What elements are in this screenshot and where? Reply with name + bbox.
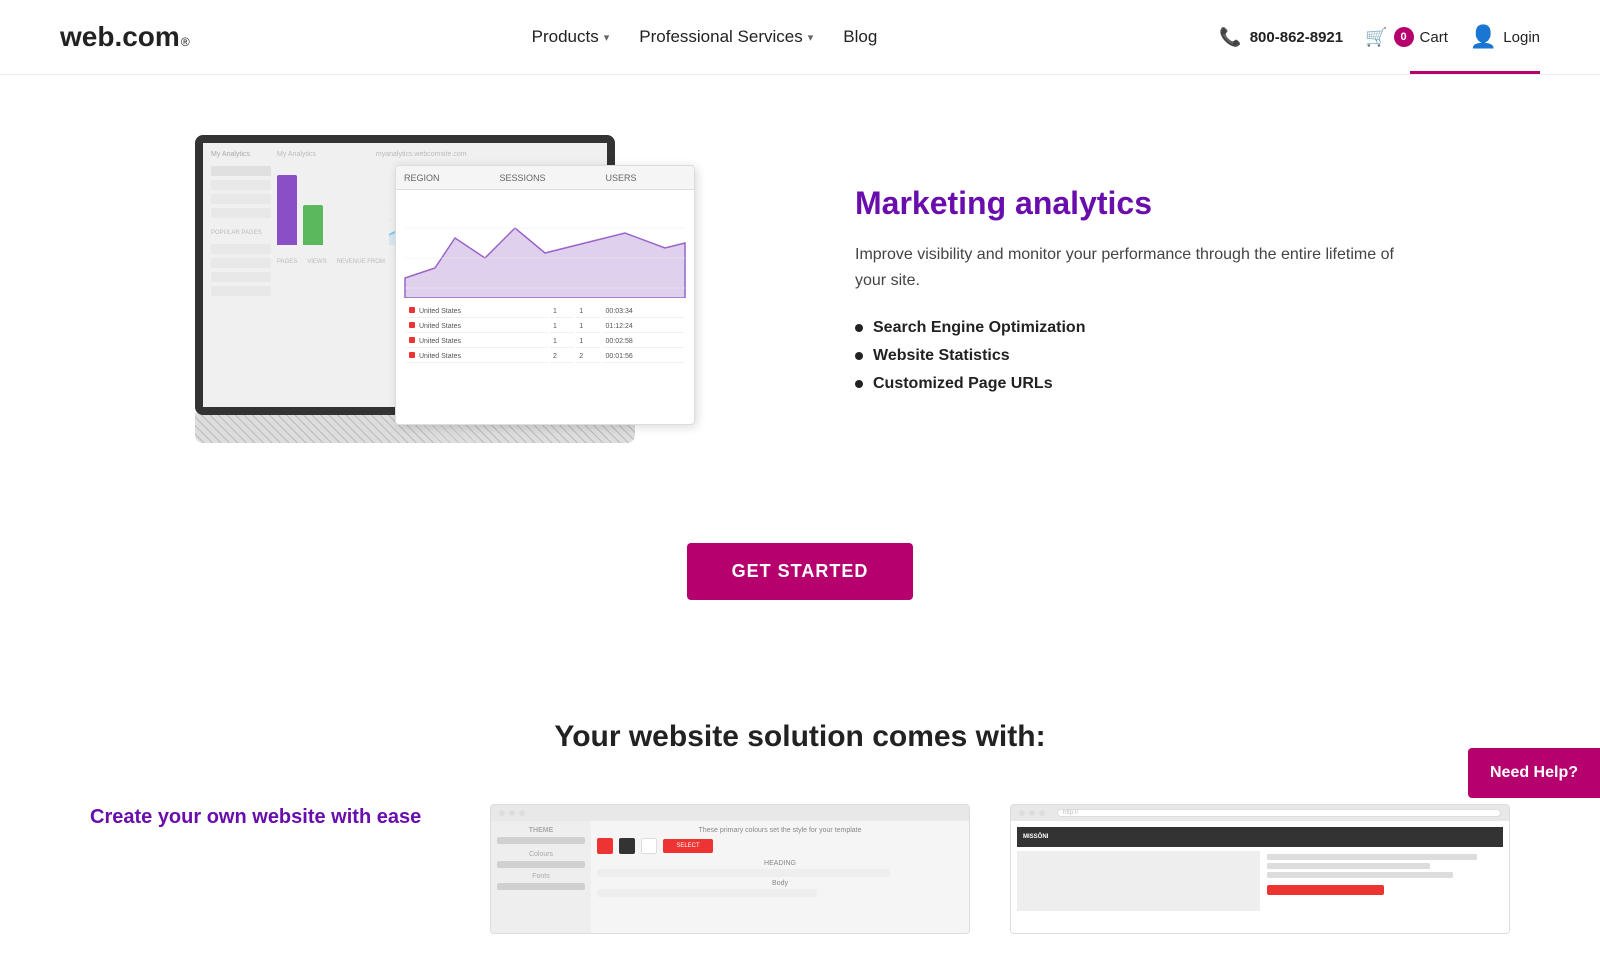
get-started-button[interactable]: GET STARTED (687, 543, 914, 600)
need-help-button[interactable]: Need Help? (1468, 748, 1600, 798)
laptop-sidebar: My Analytics POPULAR PAGES (211, 151, 271, 399)
solution-card-preview: http:// MISSŌNI (1010, 804, 1510, 934)
analytics-table: United States 1100:03:34 United States 1… (404, 303, 686, 365)
browser-dot (1039, 810, 1045, 816)
solution-cards: Create your own website with ease THEME … (60, 804, 1540, 934)
phone-area[interactable]: 📞 800-862-8921 (1219, 27, 1343, 48)
bullet-icon (855, 352, 863, 360)
browser-dot (519, 810, 525, 816)
phone-icon: 📞 (1219, 27, 1241, 48)
bullet-icon (855, 324, 863, 332)
list-item: Customized Page URLs (855, 375, 1405, 393)
analytics-text: Marketing analytics Improve visibility a… (855, 185, 1405, 392)
list-item: Search Engine Optimization (855, 319, 1405, 337)
analytics-description: Improve visibility and monitor your perf… (855, 242, 1405, 293)
solution-title: Your website solution comes with: (60, 720, 1540, 754)
theme-sidebar: THEME Colours Fonts (491, 821, 591, 933)
theme-content: These primary colours set the style for … (591, 821, 969, 933)
progress-bar (1410, 71, 1540, 74)
bullet-icon (855, 380, 863, 388)
cart-badge: 0 (1394, 27, 1414, 47)
nav-professional-services[interactable]: Professional Services ▾ (639, 27, 813, 47)
account-icon: 👤 (1470, 24, 1497, 50)
browser-dot (509, 810, 515, 816)
solution-section: Your website solution comes with: Create… (0, 660, 1600, 974)
area-chart (404, 198, 686, 298)
chevron-down-icon: ▾ (808, 31, 814, 44)
logo[interactable]: web.com® (60, 21, 190, 53)
nav-products[interactable]: Products ▾ (532, 27, 610, 47)
cart-area[interactable]: 🛒 0 Cart (1365, 27, 1448, 48)
card-title-builder: Create your own website with ease (90, 804, 450, 830)
list-item: Website Statistics (855, 347, 1405, 365)
feature-list: Search Engine Optimization Website Stati… (855, 319, 1405, 393)
browser-dot (499, 810, 505, 816)
laptop-illustration: My Analytics POPULAR PAGES (195, 135, 775, 443)
nav-blog[interactable]: Blog (843, 27, 877, 47)
login-area[interactable]: 👤 Login (1470, 24, 1540, 50)
cart-icon: 🛒 (1365, 27, 1387, 48)
bar-chart-item (277, 175, 297, 245)
preview-content: MISSŌNI (1011, 821, 1509, 933)
solution-card-theme: THEME Colours Fonts These primary colour… (490, 804, 970, 934)
analytics-overlay: REGIONSESSIONSUSERSAVG. TIME ON SITE (395, 165, 695, 425)
main-nav: Products ▾ Professional Services ▾ Blog (532, 27, 878, 47)
header-right: 📞 800-862-8921 🛒 0 Cart 👤 Login (1219, 24, 1540, 50)
theme-mockup: THEME Colours Fonts These primary colour… (490, 804, 970, 934)
bar-chart-item (303, 205, 323, 245)
browser-dot (1029, 810, 1035, 816)
preview-mockup: http:// MISSŌNI (1010, 804, 1510, 934)
chevron-down-icon: ▾ (604, 31, 610, 44)
get-started-section: GET STARTED (0, 503, 1600, 660)
browser-dot (1019, 810, 1025, 816)
analytics-title: Marketing analytics (855, 185, 1405, 222)
solution-card-builder: Create your own website with ease (90, 804, 450, 830)
analytics-section: My Analytics POPULAR PAGES (0, 75, 1600, 503)
header: web.com® Products ▾ Professional Service… (0, 0, 1600, 75)
